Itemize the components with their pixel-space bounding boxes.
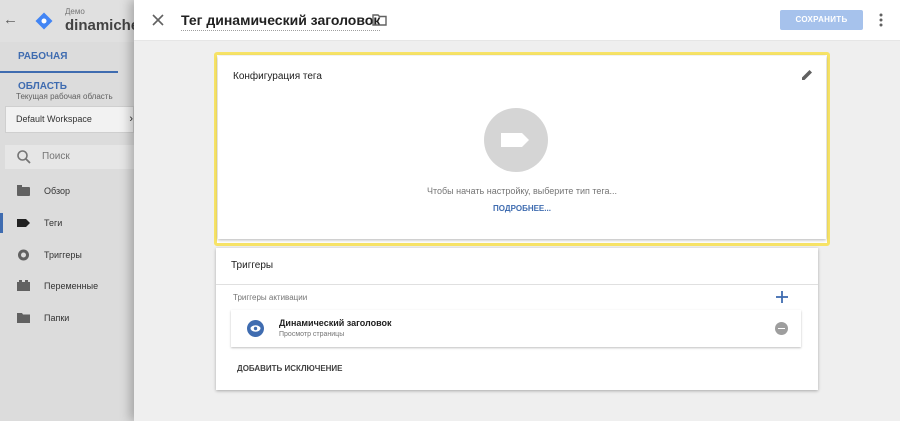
pageview-eye-icon bbox=[247, 320, 264, 337]
add-trigger-icon[interactable] bbox=[775, 290, 789, 304]
sidebar-item-tags[interactable]: Теги bbox=[0, 209, 134, 237]
tag-editor-panel: Тег динамический заголовок СОХРАНИТЬ Кон… bbox=[134, 0, 900, 421]
edit-pencil-icon[interactable] bbox=[800, 68, 814, 82]
learn-more-link[interactable]: ПОДРОБНЕЕ... bbox=[218, 204, 826, 213]
search-placeholder: Поиск bbox=[42, 151, 70, 162]
chevron-right-icon: › bbox=[129, 113, 133, 125]
overview-icon bbox=[17, 185, 30, 196]
variable-icon bbox=[17, 280, 30, 291]
sidebar: РАБОЧАЯ ОБЛАСТЬ Текущая рабочая область … bbox=[0, 42, 134, 421]
sidebar-item-variables[interactable]: Переменные bbox=[0, 272, 134, 300]
sidebar-item-folders[interactable]: Папки bbox=[0, 304, 134, 332]
back-arrow-icon[interactable]: ← bbox=[3, 10, 19, 30]
more-vert-icon[interactable] bbox=[878, 10, 884, 30]
panel-header: Тег динамический заголовок СОХРАНИТЬ bbox=[134, 0, 900, 41]
add-exception-button[interactable]: ДОБАВИТЬ ИСКЛЮЧЕНИЕ bbox=[237, 364, 343, 373]
folder-icon bbox=[17, 313, 30, 323]
config-card-body: Конфигурация тега Чтобы начать настройку… bbox=[218, 56, 826, 239]
sidebar-item-label: Триггеры bbox=[44, 250, 82, 260]
config-title: Конфигурация тега bbox=[233, 71, 322, 82]
current-workspace-label: Текущая рабочая область bbox=[16, 92, 113, 101]
trigger-row[interactable]: Динамический заголовок Просмотр страницы bbox=[231, 310, 801, 347]
tag-icon bbox=[17, 219, 30, 227]
close-icon[interactable] bbox=[149, 11, 167, 29]
trigger-type: Просмотр страницы bbox=[279, 331, 345, 338]
config-hint: Чтобы начать настройку, выберите тип тег… bbox=[426, 186, 618, 196]
save-button[interactable]: СОХРАНИТЬ bbox=[780, 10, 863, 30]
sidebar-item-label: Теги bbox=[44, 218, 63, 228]
workspace-selector[interactable]: Default Workspace › bbox=[5, 106, 134, 133]
tag-configuration-card[interactable]: Конфигурация тега Чтобы начать настройку… bbox=[214, 52, 830, 246]
firing-triggers-label: Триггеры активации bbox=[233, 293, 308, 302]
tab-underline bbox=[0, 71, 118, 73]
tab-workspace[interactable]: РАБОЧАЯ ОБЛАСТЬ bbox=[0, 42, 118, 92]
tag-name-field[interactable]: Тег динамический заголовок bbox=[181, 12, 381, 31]
trigger-name: Динамический заголовок bbox=[279, 318, 392, 328]
choose-tag-type-button[interactable] bbox=[484, 108, 548, 172]
sidebar-item-label: Переменные bbox=[44, 281, 99, 291]
triggers-card: Триггеры Триггеры активации Динамический… bbox=[216, 248, 818, 390]
triggers-title: Триггеры bbox=[231, 260, 274, 271]
workspace-value: Default Workspace bbox=[16, 114, 92, 124]
sidebar-item-label: Обзор bbox=[44, 186, 70, 196]
divider bbox=[216, 284, 818, 285]
remove-trigger-icon[interactable] bbox=[775, 322, 788, 335]
trigger-icon bbox=[18, 249, 29, 261]
folder-icon[interactable] bbox=[372, 13, 387, 27]
sidebar-item-triggers[interactable]: Триггеры bbox=[0, 241, 134, 269]
gtm-logo-icon bbox=[35, 12, 53, 30]
active-indicator bbox=[0, 213, 3, 233]
search-input[interactable]: Поиск bbox=[5, 145, 134, 169]
sidebar-item-label: Папки bbox=[44, 313, 70, 323]
tag-type-placeholder-icon bbox=[501, 133, 529, 147]
account-name: Демо bbox=[65, 7, 85, 16]
sidebar-item-overview[interactable]: Обзор bbox=[0, 177, 134, 205]
search-icon bbox=[17, 150, 31, 164]
